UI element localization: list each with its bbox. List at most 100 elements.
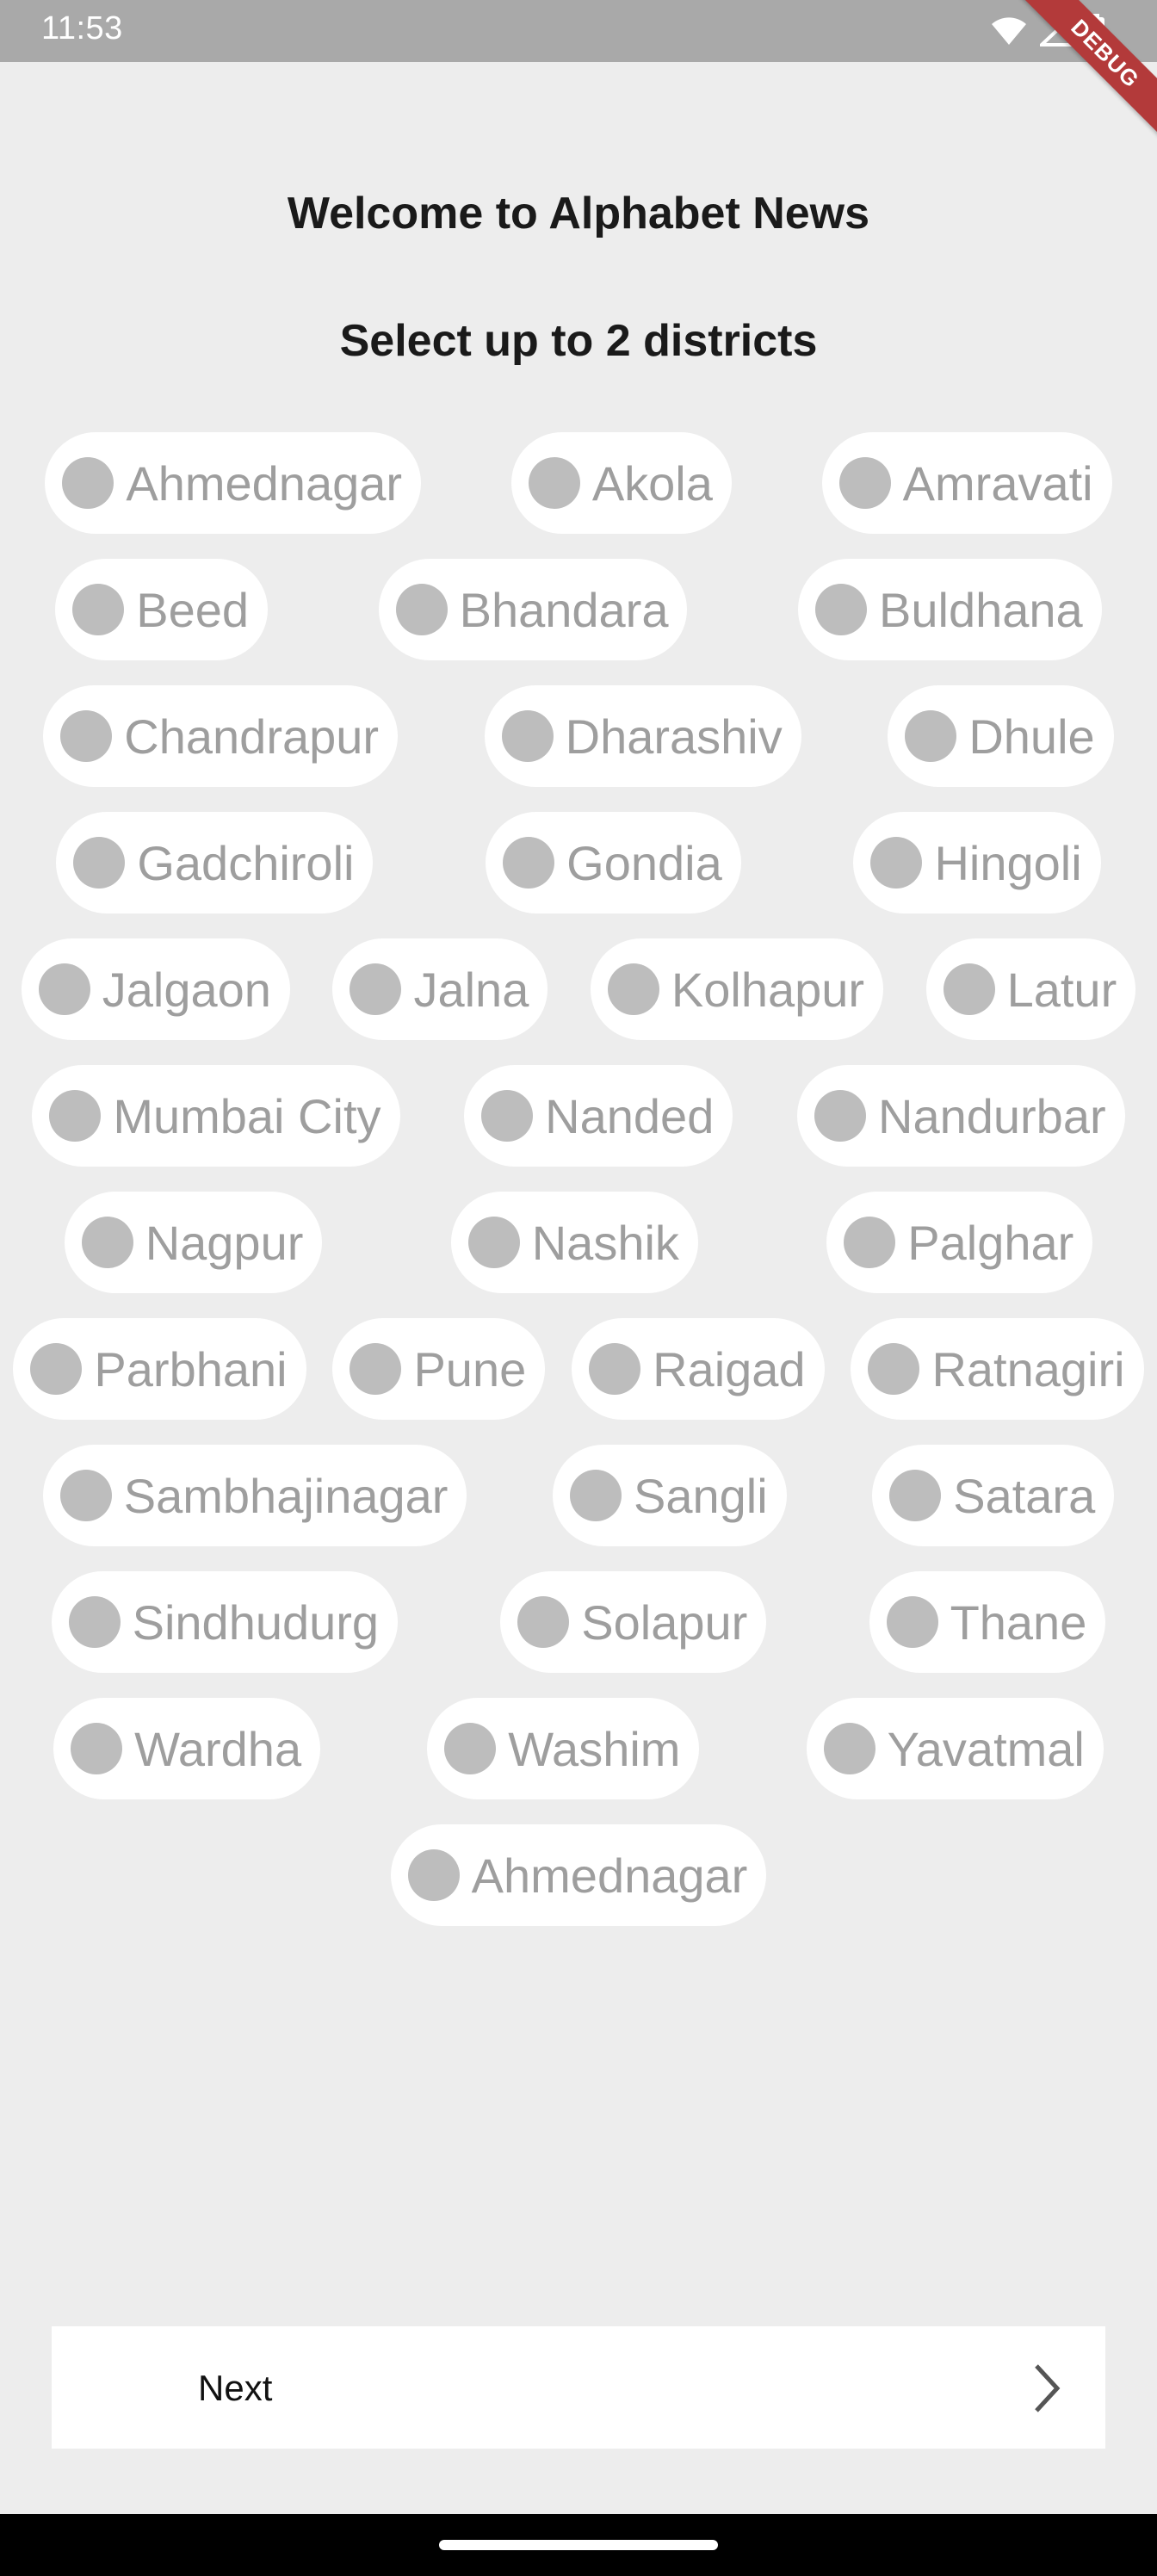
district-chip-label: Palghar (907, 1215, 1074, 1270)
district-chip[interactable]: Sindhudurg (51, 1571, 399, 1673)
navigation-bar (0, 2514, 1157, 2576)
district-chip[interactable]: Ahmednagar (45, 432, 422, 534)
next-button-label: Next (198, 2368, 273, 2408)
district-chip-label: Thane (950, 1595, 1087, 1650)
district-chip[interactable]: Mumbai City (32, 1065, 400, 1167)
wifi-icon (992, 17, 1026, 45)
district-chip-label: Dhule (968, 709, 1095, 764)
district-chip-label: Jalgaon (102, 962, 271, 1017)
chip-row: Beed Bhandara Buldhana (0, 559, 1157, 660)
district-chip[interactable]: Kolhapur (590, 938, 884, 1040)
radio-circle-icon (517, 1596, 570, 1648)
district-chip[interactable]: Hingoli (853, 812, 1101, 913)
district-chip[interactable]: Satara (872, 1445, 1115, 1546)
district-chip[interactable]: Sangli (553, 1445, 787, 1546)
radio-circle-icon (444, 1723, 497, 1774)
district-chip[interactable]: Nandurbar (797, 1065, 1125, 1167)
radio-circle-icon (503, 837, 555, 889)
radio-circle-icon (407, 1849, 460, 1901)
radio-circle-icon (49, 1090, 102, 1142)
district-chip[interactable]: Thane (869, 1571, 1106, 1673)
radio-circle-icon (844, 1217, 896, 1268)
district-chip[interactable]: Solapur (500, 1571, 767, 1673)
district-chip-label: Satara (953, 1468, 1096, 1523)
district-chip[interactable]: Chandrapur (43, 685, 399, 787)
radio-circle-icon (905, 710, 957, 762)
radio-circle-icon (73, 837, 126, 889)
radio-circle-icon (589, 1343, 641, 1395)
radio-circle-icon (838, 457, 891, 509)
district-chip[interactable]: Nagpur (64, 1192, 323, 1293)
district-chip-label: Latur (1006, 962, 1117, 1017)
radio-circle-icon (815, 584, 868, 635)
radio-circle-icon (395, 584, 448, 635)
district-chip[interactable]: Parbhani (13, 1318, 306, 1420)
radio-circle-icon (889, 1470, 942, 1521)
district-chip[interactable]: Sambhajinagar (42, 1445, 467, 1546)
district-chip[interactable]: Bhandara (378, 559, 688, 660)
chip-row: Ahmednagar Akola Amravati (0, 432, 1157, 534)
radio-circle-icon (481, 1090, 534, 1142)
district-chip[interactable]: Dhule (888, 685, 1114, 787)
radio-circle-icon (870, 837, 923, 889)
district-chip[interactable]: Gadchiroli (56, 812, 374, 913)
district-chip-label: Dharashiv (565, 709, 783, 764)
district-chip[interactable]: Jalgaon (21, 938, 290, 1040)
district-chip-label: Sambhajinagar (123, 1468, 449, 1523)
district-chip[interactable]: Beed (55, 559, 269, 660)
district-chip[interactable]: Gondia (486, 812, 741, 913)
district-chip[interactable]: Palghar (826, 1192, 1093, 1293)
district-chip-label: Yavatmal (887, 1721, 1085, 1776)
radio-circle-icon (81, 1217, 133, 1268)
district-chip[interactable]: Buldhana (798, 559, 1102, 660)
home-gesture-handle[interactable] (439, 2540, 718, 2550)
district-chip-label: Ahmednagar (471, 1848, 748, 1903)
chevron-right-icon (1035, 2364, 1061, 2412)
district-chip-label: Parbhani (94, 1341, 288, 1396)
radio-circle-icon (501, 710, 554, 762)
chip-row: Nagpur Nashik Palghar (0, 1192, 1157, 1293)
district-chip[interactable]: Amravati (821, 432, 1112, 534)
radio-circle-icon (868, 1343, 920, 1395)
district-chip[interactable]: Wardha (53, 1698, 321, 1799)
district-chip[interactable]: Washim (427, 1698, 700, 1799)
district-chip-label: Raigad (653, 1341, 806, 1396)
radio-circle-icon (607, 963, 659, 1015)
radio-circle-icon (68, 1596, 121, 1648)
district-chip-label: Gondia (566, 835, 722, 890)
radio-circle-icon (38, 963, 90, 1015)
district-chip-label: Beed (136, 582, 250, 637)
chip-row: Sambhajinagar Sangli Satara (0, 1445, 1157, 1546)
district-chip[interactable]: Pune (332, 1318, 546, 1420)
district-chip-label: Gadchiroli (137, 835, 355, 890)
district-chip-label: Nanded (545, 1088, 715, 1143)
district-chip[interactable]: Akola (510, 432, 732, 534)
app-screen: 11:53 DEBUG Welcome to Alphabet News Sel… (0, 0, 1157, 2576)
radio-circle-icon (350, 1343, 402, 1395)
district-chip-label: Nagpur (145, 1215, 304, 1270)
district-chip-label: Chandrapur (124, 709, 380, 764)
district-chip-label: Hingoli (934, 835, 1082, 890)
district-chip[interactable]: Dharashiv (484, 685, 801, 787)
district-chip[interactable]: Ahmednagar (390, 1824, 767, 1926)
district-chip[interactable]: Raigad (572, 1318, 825, 1420)
district-chip[interactable]: Nashik (450, 1192, 698, 1293)
district-chip-label: Nandurbar (878, 1088, 1106, 1143)
radio-circle-icon (570, 1470, 622, 1521)
status-time: 11:53 (41, 10, 123, 46)
district-chip-label: Sindhudurg (132, 1595, 380, 1650)
chip-row: Parbhani Pune Raigad Ratnagiri (0, 1318, 1157, 1420)
radio-circle-icon (71, 1723, 123, 1774)
district-chip-label: Jalna (413, 962, 529, 1017)
district-chip-label: Amravati (902, 455, 1093, 511)
next-button[interactable]: Next (52, 2326, 1105, 2449)
status-bar: 11:53 (0, 0, 1157, 62)
radio-circle-icon (59, 1470, 112, 1521)
district-chip[interactable]: Jalna (332, 938, 548, 1040)
district-chip-label: Pune (413, 1341, 527, 1396)
district-chip[interactable]: Ratnagiri (851, 1318, 1144, 1420)
district-chip[interactable]: Yavatmal (806, 1698, 1104, 1799)
district-chip[interactable]: Latur (925, 938, 1136, 1040)
district-chip[interactable]: Nanded (464, 1065, 733, 1167)
district-chip-label: Ahmednagar (126, 455, 403, 511)
